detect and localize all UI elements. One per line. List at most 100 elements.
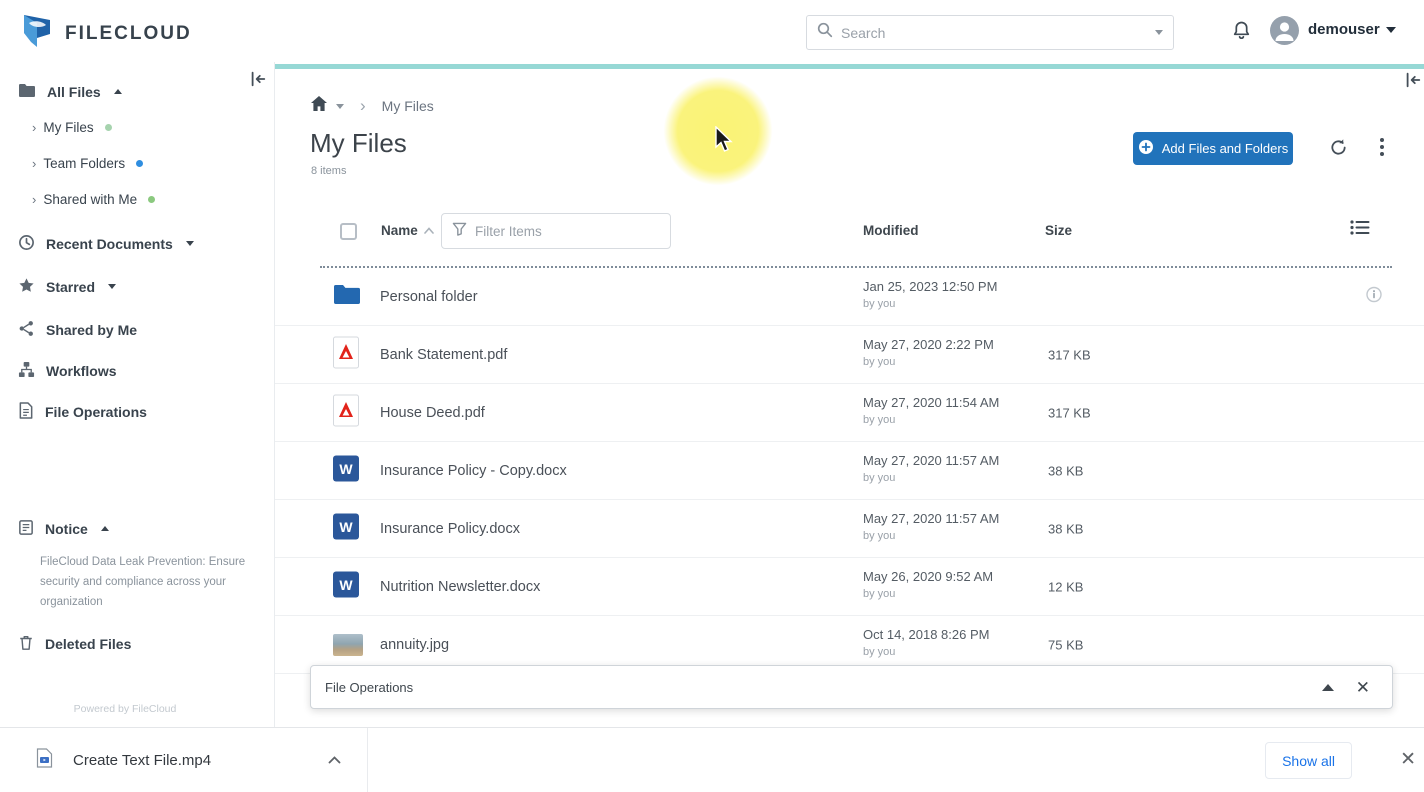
filter-box[interactable]: [441, 213, 671, 249]
downloads-bar-close-icon[interactable]: ✕: [1400, 748, 1416, 771]
breadcrumb-dropdown-icon[interactable]: [336, 103, 344, 109]
select-all-checkbox[interactable]: [340, 223, 357, 240]
file-row[interactable]: W Insurance Policy.docx May 27, 2020 11:…: [275, 500, 1424, 558]
user-menu[interactable]: demouser: [1308, 21, 1396, 38]
modified-by: by you: [863, 355, 896, 368]
sidebar-label: Notice: [45, 520, 88, 537]
search-icon: [817, 22, 833, 43]
file-name-link[interactable]: Insurance Policy.docx: [380, 521, 520, 537]
svg-text:W: W: [339, 577, 353, 593]
panel-close-icon[interactable]: ✕: [1356, 679, 1370, 696]
column-header-size[interactable]: Size: [1045, 223, 1072, 238]
sidebar-item-team-folders[interactable]: › Team Folders: [0, 145, 274, 181]
chevron-down-icon: [185, 241, 194, 246]
page-title: My Files: [310, 128, 407, 158]
topbar: FILECLOUD demouser: [0, 0, 1424, 62]
modified-cell: May 27, 2020 11:54 AM by you: [863, 394, 999, 429]
user-avatar[interactable]: [1270, 16, 1299, 45]
search-dropdown-icon[interactable]: [1155, 30, 1163, 35]
sidebar-item-shared-with-me[interactable]: › Shared with Me: [0, 181, 274, 217]
file-name-link[interactable]: Nutrition Newsletter.docx: [380, 579, 540, 595]
download-filename: Create Text File.mp4: [73, 751, 212, 769]
info-icon[interactable]: [1366, 286, 1382, 307]
file-size: 317 KB: [1048, 405, 1091, 420]
sidebar-label: Team Folders: [43, 155, 126, 171]
sidebar-item-deleted-files[interactable]: Deleted Files: [0, 626, 274, 661]
plus-circle-icon: [1138, 139, 1154, 158]
star-icon: [18, 277, 35, 297]
refresh-icon[interactable]: [1325, 134, 1351, 160]
column-header-name[interactable]: Name: [381, 223, 434, 238]
file-name-link[interactable]: Personal folder: [380, 289, 478, 305]
modified-cell: Oct 14, 2018 8:26 PM by you: [863, 626, 989, 661]
sidebar-item-all-files[interactable]: All Files: [0, 74, 274, 109]
sidebar-label: Workflows: [46, 362, 117, 379]
status-dot: [136, 159, 144, 167]
main-content: › My Files My Files 8 items Add Files an…: [275, 62, 1424, 727]
breadcrumb: › My Files: [310, 95, 434, 117]
file-name-link[interactable]: House Deed.pdf: [380, 405, 485, 421]
sidebar-item-shared-by-me[interactable]: Shared by Me: [0, 312, 274, 347]
status-dot: [104, 123, 112, 131]
download-item[interactable]: Create Text File.mp4: [0, 728, 368, 792]
sidebar-item-file-operations[interactable]: File Operations: [0, 394, 274, 429]
file-row[interactable]: W Insurance Policy - Copy.docx May 27, 2…: [275, 442, 1424, 500]
word-file-icon: W: [333, 455, 359, 486]
column-header-modified[interactable]: Modified: [863, 223, 919, 238]
file-name-link[interactable]: annuity.jpg: [380, 637, 449, 653]
add-files-button[interactable]: Add Files and Folders: [1133, 132, 1293, 165]
sidebar-item-my-files[interactable]: › My Files: [0, 109, 274, 145]
file-size: 12 KB: [1048, 579, 1084, 594]
sidebar-item-workflows[interactable]: Workflows: [0, 353, 274, 388]
sidebar-item-recent-documents[interactable]: Recent Documents: [0, 226, 274, 261]
breadcrumb-current[interactable]: My Files: [382, 98, 434, 114]
breadcrumb-separator: ›: [360, 96, 366, 115]
sidebar-collapse-icon[interactable]: [246, 68, 270, 90]
chevron-right-icon: ›: [32, 119, 37, 135]
filter-input[interactable]: [475, 223, 660, 239]
modified-by: by you: [863, 645, 896, 658]
file-operations-title: File Operations: [325, 679, 414, 695]
home-icon[interactable]: [310, 95, 328, 117]
user-menu-caret-icon: [1385, 26, 1396, 33]
file-size: 38 KB: [1048, 463, 1084, 478]
file-name-link[interactable]: Insurance Policy - Copy.docx: [380, 463, 567, 479]
list-view-icon[interactable]: [1349, 218, 1371, 242]
word-file-icon: W: [333, 513, 359, 544]
folder-icon: [333, 283, 361, 310]
file-name-link[interactable]: Bank Statement.pdf: [380, 347, 507, 363]
sidebar-label: Shared by Me: [46, 321, 138, 338]
file-size: 38 KB: [1048, 521, 1084, 536]
chevron-up-icon: [100, 526, 109, 531]
sidebar-label: Deleted Files: [45, 635, 132, 652]
notifications-bell-icon[interactable]: [1231, 20, 1252, 47]
panel-collapse-icon[interactable]: [1404, 71, 1424, 93]
modified-by: by you: [863, 529, 896, 542]
filecloud-logo-icon: [20, 11, 56, 56]
search-input[interactable]: [841, 24, 1147, 41]
search-box[interactable]: [806, 15, 1174, 50]
panel-expand-icon[interactable]: [1321, 683, 1334, 691]
sidebar-item-starred[interactable]: Starred: [0, 269, 274, 304]
show-all-downloads-button[interactable]: Show all: [1265, 742, 1352, 779]
modified-cell: Jan 25, 2023 12:50 PM by you: [863, 278, 997, 313]
download-chevron-up-icon[interactable]: [328, 751, 341, 769]
filecloud-logo[interactable]: FILECLOUD: [20, 11, 192, 56]
file-row[interactable]: Personal folder Jan 25, 2023 12:50 PM by…: [275, 268, 1424, 326]
workflow-icon: [18, 361, 35, 381]
modified-cell: May 27, 2020 11:57 AM by you: [863, 510, 999, 545]
chevron-down-icon: [108, 284, 117, 289]
modified-cell: May 26, 2020 9:52 AM by you: [863, 568, 993, 603]
item-count: 8 items: [311, 165, 347, 177]
modified-date: May 27, 2020 2:22 PM: [863, 337, 994, 352]
more-options-kebab-icon[interactable]: [1369, 134, 1395, 160]
file-row[interactable]: W Nutrition Newsletter.docx May 26, 2020…: [275, 558, 1424, 616]
sidebar-label: Shared with Me: [43, 191, 138, 207]
sidebar-item-notice[interactable]: Notice: [0, 511, 274, 546]
image-thumbnail: [333, 633, 363, 656]
sidebar-label: My Files: [43, 119, 94, 135]
status-dot: [148, 195, 156, 203]
chevron-up-icon: [113, 89, 122, 94]
file-row[interactable]: Bank Statement.pdf May 27, 2020 2:22 PM …: [275, 326, 1424, 384]
file-row[interactable]: House Deed.pdf May 27, 2020 11:54 AM by …: [275, 384, 1424, 442]
